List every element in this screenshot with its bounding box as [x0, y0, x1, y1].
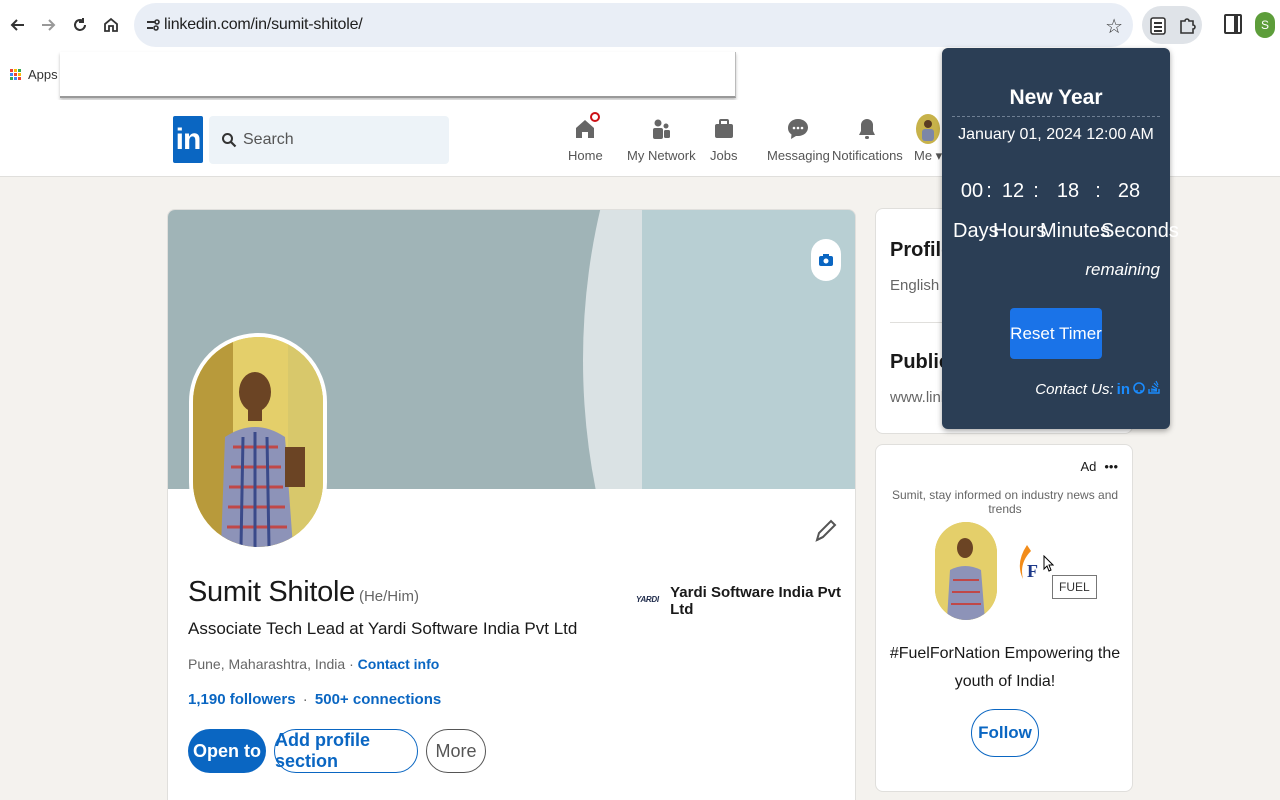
home-icon: [572, 110, 603, 144]
ad-card: Ad ••• Sumit, stay informed on industry …: [875, 444, 1133, 792]
extension-active[interactable]: [1142, 6, 1202, 44]
nav-label: Jobs: [710, 148, 738, 163]
bookmark-star-icon[interactable]: ☆: [1105, 14, 1123, 39]
countdown-extension-icon[interactable]: [1147, 15, 1169, 37]
back-icon[interactable]: [5, 12, 31, 38]
network-icon: [648, 114, 674, 144]
apps-grid-icon: [10, 68, 22, 81]
contact-us-row: Contact Us: in: [1035, 380, 1160, 398]
linkedin-icon[interactable]: in: [1117, 381, 1130, 398]
profile-photo[interactable]: [189, 333, 327, 551]
remaining-label: remaining: [1085, 260, 1160, 279]
home-page-icon[interactable]: [98, 12, 124, 38]
separator: :: [1033, 180, 1039, 202]
nav-label: Notifications: [832, 148, 903, 163]
avatar: [915, 114, 941, 144]
search-icon: [221, 132, 237, 148]
reset-timer-button[interactable]: Reset Timer: [1010, 308, 1102, 359]
connections-link[interactable]: 500+ connections: [315, 691, 441, 708]
hours-value: 12: [1001, 180, 1025, 202]
nav-jobs[interactable]: Jobs: [710, 114, 737, 163]
notification-dot: [588, 110, 603, 124]
profile-pronouns: (He/Him): [358, 588, 419, 605]
extensions-puzzle-icon[interactable]: [1176, 15, 1198, 37]
linkedin-logo[interactable]: in: [173, 116, 203, 163]
url-dropdown-panel: [60, 52, 736, 98]
stackoverflow-icon[interactable]: [1148, 380, 1160, 398]
followers-link[interactable]: 1,190 followers: [188, 691, 296, 708]
hours-label: Hours: [993, 220, 1047, 242]
ad-label: Ad: [1080, 459, 1097, 474]
chat-icon: [785, 114, 811, 144]
location-separator: ·: [345, 656, 358, 672]
countdown-popup: New Year January 01, 2024 12:00 AM 00 : …: [942, 48, 1179, 429]
contact-info-link[interactable]: Contact info: [358, 656, 440, 672]
nav-messaging[interactable]: Messaging: [767, 114, 830, 163]
briefcase-icon: [711, 114, 737, 144]
network-separator: ·: [302, 691, 308, 708]
open-to-button[interactable]: Open to: [188, 729, 266, 773]
days-label: Days: [953, 220, 999, 242]
add-profile-section-button[interactable]: Add profile section: [274, 729, 418, 773]
nav-label: Messaging: [767, 148, 830, 163]
nav-my-network[interactable]: My Network: [627, 114, 696, 163]
reload-icon[interactable]: [67, 12, 93, 38]
url-text[interactable]: linkedin.com/in/sumit-shitole/: [164, 16, 363, 34]
ad-body-text: #FuelForNation Empowering the youth of I…: [889, 645, 1121, 690]
profile-name: Sumit Shitole: [188, 576, 355, 608]
nav-notifications[interactable]: Notifications: [832, 114, 903, 163]
address-bar[interactable]: linkedin.com/in/sumit-shitole/ ☆: [134, 3, 1133, 47]
browser-toolbar: linkedin.com/in/sumit-shitole/ ☆ S: [0, 0, 1280, 52]
forward-icon[interactable]: [35, 12, 61, 38]
apps-bookmark[interactable]: Apps: [10, 67, 58, 82]
side-panel-icon[interactable]: [1224, 14, 1242, 34]
separator: :: [986, 180, 992, 202]
profile-headline: Associate Tech Lead at Yardi Software In…: [188, 619, 578, 638]
minutes-value: 18: [1056, 180, 1080, 202]
separator: :: [1095, 180, 1101, 202]
tooltip: FUEL: [1052, 575, 1097, 599]
seconds-label: Seconds: [1101, 220, 1179, 242]
site-settings-icon[interactable]: [144, 16, 162, 34]
ad-options-icon[interactable]: •••: [1104, 459, 1118, 474]
edit-pencil-icon[interactable]: [813, 516, 837, 546]
ad-user-avatar: [935, 522, 997, 620]
event-date: January 01, 2024 12:00 AM: [958, 126, 1154, 143]
contact-us-label: Contact Us:: [1035, 380, 1114, 398]
profile-network-row: 1,190 followers · 500+ connections: [188, 691, 441, 708]
apps-label: Apps: [28, 67, 58, 82]
profile-name-row: Sumit Shitole (He/Him): [188, 576, 419, 609]
ad-tagline: Sumit, stay informed on industry news an…: [891, 488, 1119, 516]
profile-card: Sumit Shitole (He/Him) Associate Tech Lea…: [167, 209, 856, 800]
follow-button[interactable]: Follow: [971, 709, 1039, 757]
nav-home[interactable]: Home: [568, 110, 603, 163]
nav-me[interactable]: Me ▾: [914, 114, 942, 164]
search-box[interactable]: [209, 116, 449, 164]
github-icon[interactable]: [1133, 381, 1145, 398]
nav-label: Me ▾: [914, 148, 943, 163]
event-title: New Year: [1009, 86, 1103, 109]
nav-label: Home: [568, 148, 603, 163]
browser-profile-avatar[interactable]: S: [1255, 12, 1275, 38]
svg-text:F: F: [1027, 561, 1038, 581]
profile-location-row: Pune, Maharashtra, India · Contact info: [188, 656, 439, 672]
days-value: 00: [960, 180, 984, 202]
mouse-cursor-icon: [1042, 554, 1055, 573]
company-name: Yardi Software India Pvt Ltd: [670, 584, 841, 618]
company-logo: YARDI: [636, 595, 659, 604]
camera-icon[interactable]: [811, 239, 841, 281]
profile-location: Pune, Maharashtra, India: [188, 656, 346, 672]
nav-label: My Network: [627, 148, 696, 163]
ad-header: Ad •••: [1080, 459, 1118, 474]
divider: [952, 116, 1160, 117]
minutes-label: Minutes: [1040, 220, 1111, 242]
bell-icon: [854, 114, 880, 144]
search-input[interactable]: [243, 128, 433, 152]
more-button[interactable]: More: [426, 729, 486, 773]
current-company[interactable]: YARDI Yardi Software India Pvt Ltd: [636, 584, 855, 618]
profile-language-value: English: [890, 277, 940, 294]
seconds-value: 28: [1117, 180, 1141, 202]
